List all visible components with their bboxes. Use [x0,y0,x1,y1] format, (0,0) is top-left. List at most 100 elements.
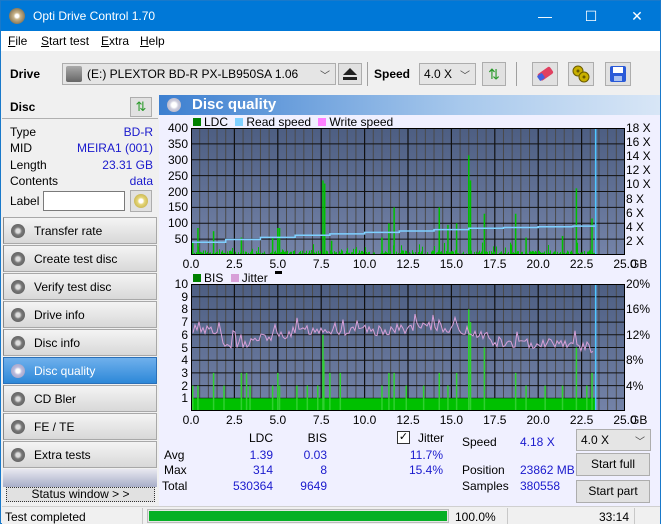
nav-extra-tests[interactable]: Extra tests [3,441,157,468]
ldc-bar [365,247,366,255]
test-speed-select[interactable]: 4.0 X ﹀ [576,429,651,451]
ldc-bar [232,247,233,255]
disc-refresh-button[interactable]: ⇅ [130,97,152,117]
nav-cd-bler[interactable]: CD Bler [3,385,157,412]
bis-peak-bar [381,385,383,411]
bis-peak-bar [339,372,342,411]
ldc-bar [347,248,348,255]
y-left-tick-label: 50 [174,232,188,247]
maximize-button[interactable]: ☐ [568,1,614,31]
menu-help-accel: H [140,34,149,48]
ldc-peak-bar [381,237,383,255]
ldc-bar [493,246,494,255]
speed-label: Speed [374,67,411,81]
disc-quality-icon [11,364,25,378]
bis-peak-bar [240,372,243,411]
avg-ldc: 1.39 [249,448,273,462]
max-jitter: 15.4% [408,463,443,477]
left-panel: Disc ⇅ Type BD-R MID MEIRA1 (001) Length… [2,95,158,506]
nav-drive-info[interactable]: Drive info [3,301,157,328]
bis-peak-bar [405,385,408,411]
settings-button[interactable] [568,62,594,86]
bis-peak-bar [278,385,281,411]
ldc-bar [356,247,357,255]
nav-transfer-rate[interactable]: Transfer rate [3,217,157,244]
disc-mid-key: MID [10,141,32,155]
disc-length-row: Length 23.31 GB [10,158,153,174]
start-part-button[interactable]: Start part [576,480,650,503]
refresh-swap-icon: ⇅ [488,66,500,82]
ldc-bar [434,246,435,255]
erase-icon [537,66,554,81]
ldc-peak-bar [438,207,441,255]
legend-swatch-write-speed [318,118,327,126]
start-full-button[interactable]: Start full [576,453,650,476]
ldc-peak-bar [278,228,281,255]
bis-peak-bar [591,372,593,411]
y-left-tick-label: 200 [167,184,188,199]
disc-label-input[interactable] [43,191,125,211]
ldc-bar [401,245,402,255]
nav-verify-test-disc[interactable]: Verify test disc [3,273,157,300]
window-title: Opti Drive Control 1.70 [33,9,156,23]
transfer-rate-icon [11,224,25,238]
nav-disc-info[interactable]: Disc info [3,329,157,356]
speed-select[interactable]: 4.0 X ﹀ [419,63,476,85]
legend-swatch-read-speed [235,118,244,126]
menu-extra-label: xtra [109,34,130,48]
nav-create-test-disc[interactable]: Create test disc [3,245,157,272]
legend-ldc: LDC [193,115,228,129]
bis-peak-bar [388,372,390,411]
y-left-tick-label: 9 [181,289,188,304]
nav-disc-quality[interactable]: Disc quality [3,357,157,384]
y-right-tick-label: 16 X [626,135,651,150]
legend-read-speed-label: Read speed [246,115,312,129]
position-value: 23862 MB [520,463,575,477]
x-axis-unit-label: GB [630,413,648,427]
bis-peak-bar [514,372,517,411]
nav-label: Disc quality [34,364,96,378]
legend-read-speed: Read speed [235,115,311,129]
x-tick-label: 0.0 [182,257,200,271]
drive-select[interactable]: (E:) PLEXTOR BD-R PX-LB950SA 1.06 ﹀ [62,63,336,85]
ldc-peak-bar [468,155,470,255]
chart2-legend: BIS Jitter [193,271,283,285]
save-button[interactable] [605,62,631,86]
menu-extra[interactable]: Extra [101,34,129,48]
nav-fe-te[interactable]: FE / TE [3,413,157,440]
status-window-button[interactable]: Status window > > [6,487,155,502]
eject-button[interactable] [338,63,362,85]
menu-start-test-accel: S [41,34,50,48]
y-left-tick-label: 4 [181,353,188,368]
disc-title: Disc [10,100,36,114]
menu-help[interactable]: Help [140,34,165,48]
settings-gears-icon [572,65,590,83]
ldc-bar [258,247,259,255]
bis-peak-bar [197,385,199,411]
legend-swatch-jitter [230,274,239,282]
position-label: Position [462,463,505,477]
minimize-button[interactable]: — [522,1,568,31]
disc-label-button[interactable] [130,190,152,212]
drive-info-icon [11,308,25,322]
menu-start-test[interactable]: Start test [41,34,89,48]
extra-tests-icon [11,448,25,462]
y-left-tick-label: 3 [181,365,188,380]
refresh-drive-button[interactable]: ⇅ [482,62,506,86]
erase-button[interactable] [532,62,558,86]
ldc-bar [548,244,549,255]
bis-peak-bar [306,385,309,411]
close-button[interactable]: ✕ [614,1,660,31]
jitter-checkbox[interactable]: ✓ [397,431,410,444]
menu-file[interactable]: File [8,34,27,48]
ldc-chart [191,128,625,255]
menu-start-test-label: tart test [49,34,90,48]
disc-header: Disc ⇅ [2,95,158,119]
x-tick-label: 20.0 [526,257,550,271]
y-left-tick-label: 300 [167,152,188,167]
y-right-tick-label: 16% [626,302,651,317]
y-right-tick-label: 18 X [626,121,651,135]
nav-label: CD Bler [34,392,77,406]
bis-peak-bar [329,372,331,411]
chevron-down-icon: ﹀ [320,71,330,82]
